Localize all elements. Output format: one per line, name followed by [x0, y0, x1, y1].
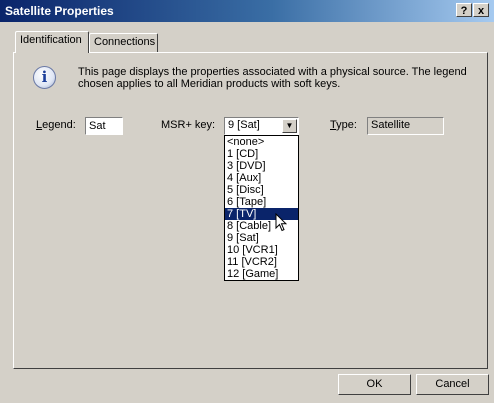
msr-key-value: 9 [Sat]: [228, 119, 260, 131]
msr-key-select[interactable]: 9 [Sat] ▼: [224, 117, 299, 135]
dropdown-option[interactable]: 10 [VCR1]: [225, 244, 298, 256]
legend-input[interactable]: [85, 117, 123, 135]
dropdown-option[interactable]: 3 [DVD]: [225, 160, 298, 172]
help-button[interactable]: ?: [456, 3, 472, 17]
dropdown-arrow-icon[interactable]: ▼: [282, 119, 297, 133]
dropdown-option[interactable]: 1 [CD]: [225, 148, 298, 160]
legend-label: Legend:: [36, 119, 76, 131]
dropdown-option[interactable]: 5 [Disc]: [225, 184, 298, 196]
msr-key-dropdown-list[interactable]: <none> 1 [CD] 3 [DVD] 4 [Aux] 5 [Disc] 6…: [224, 135, 299, 281]
ok-button[interactable]: OK: [338, 374, 411, 395]
cancel-button[interactable]: Cancel: [416, 374, 489, 395]
page-description: This page displays the properties associ…: [78, 66, 467, 90]
info-icon: i: [33, 66, 56, 89]
window-title: Satellite Properties: [5, 4, 114, 18]
dropdown-option[interactable]: <none>: [225, 136, 298, 148]
tab-connections[interactable]: Connections: [89, 33, 158, 52]
dropdown-option[interactable]: 11 [VCR2]: [225, 256, 298, 268]
tab-identification[interactable]: Identification: [15, 31, 89, 53]
msr-key-label: MSR+ key:: [161, 119, 216, 131]
satellite-properties-dialog: Satellite Properties ? x Identification …: [0, 0, 494, 403]
dropdown-option[interactable]: 8 [Cable]: [225, 220, 298, 232]
title-bar[interactable]: Satellite Properties ? x: [0, 0, 494, 22]
dropdown-option[interactable]: 6 [Tape]: [225, 196, 298, 208]
dropdown-option[interactable]: 12 [Game]: [225, 268, 298, 280]
type-label: Type:: [330, 119, 357, 131]
dropdown-option[interactable]: 4 [Aux]: [225, 172, 298, 184]
dropdown-option[interactable]: 9 [Sat]: [225, 232, 298, 244]
mouse-pointer-icon: [275, 213, 287, 232]
close-button[interactable]: x: [473, 3, 489, 17]
type-field: Satellite: [367, 117, 444, 135]
dropdown-option[interactable]: 7 [TV]: [225, 208, 298, 220]
legend-label-text: egend:: [42, 119, 76, 131]
type-label-text: ype:: [336, 119, 357, 131]
